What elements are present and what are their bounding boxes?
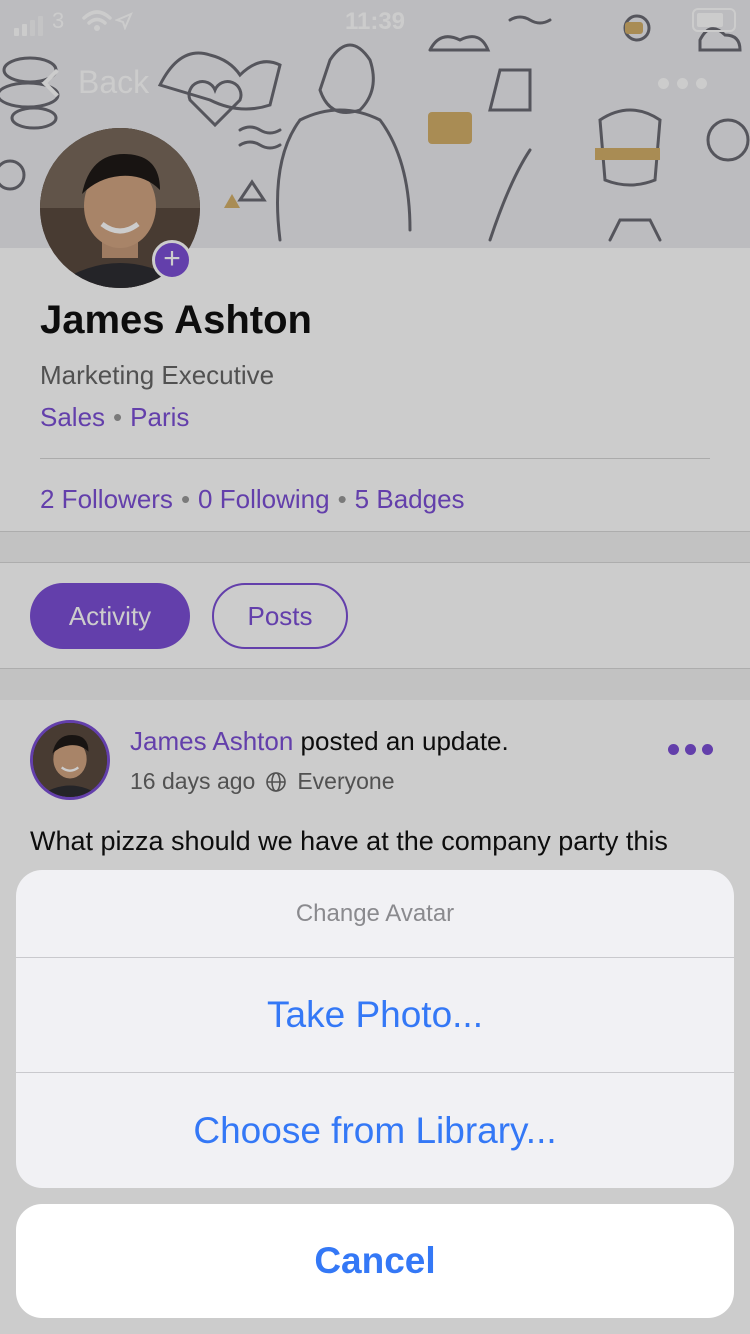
action-sheet: Change Avatar Take Photo... Choose from … bbox=[16, 870, 734, 1188]
take-photo-button[interactable]: Take Photo... bbox=[16, 958, 734, 1073]
profile-screen: 3 11:39 Back + James Ashton Marketing Ex… bbox=[0, 0, 750, 1334]
action-sheet-title: Change Avatar bbox=[16, 870, 734, 958]
cancel-button[interactable]: Cancel bbox=[16, 1204, 734, 1318]
choose-from-library-button[interactable]: Choose from Library... bbox=[16, 1073, 734, 1188]
